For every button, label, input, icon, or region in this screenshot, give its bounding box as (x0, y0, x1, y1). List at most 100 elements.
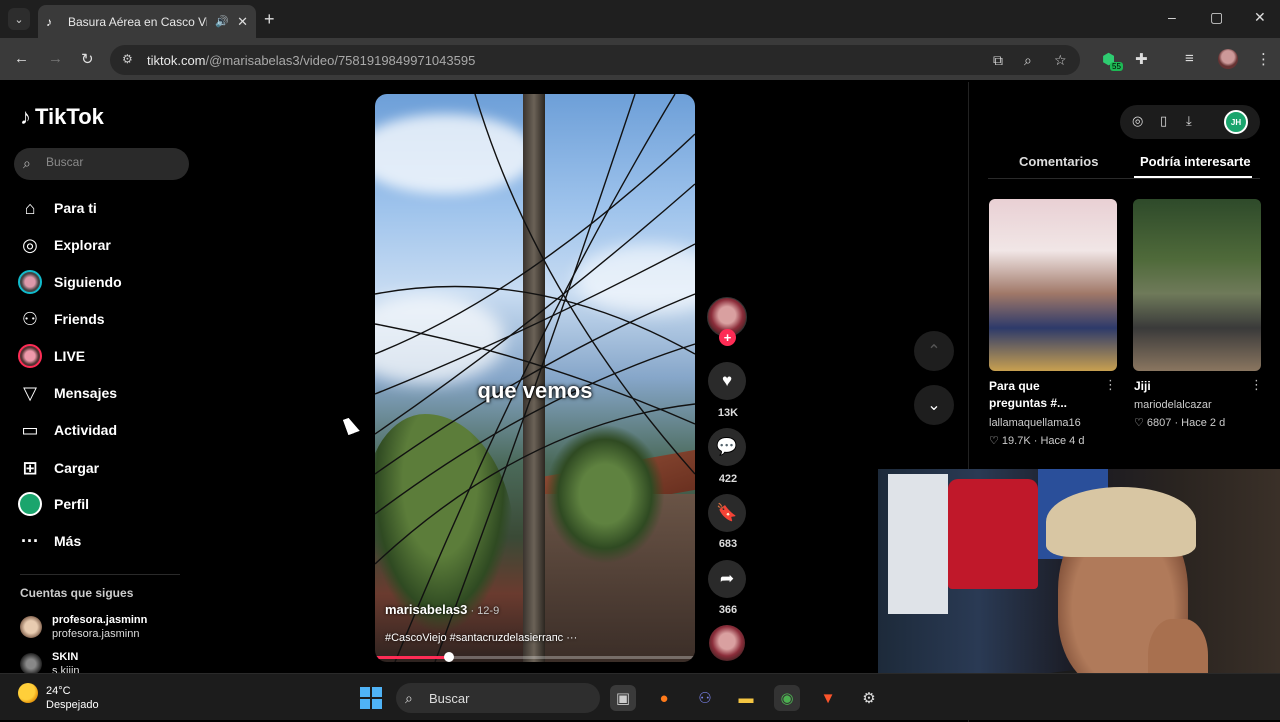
active-tab-indicator (1134, 176, 1252, 178)
app-icon[interactable]: ⚙ (856, 685, 882, 711)
bookmark-star-icon[interactable]: ☆ (1054, 52, 1067, 69)
progress-knob[interactable] (443, 652, 454, 662)
brave-icon[interactable]: ▼ (815, 685, 841, 711)
recommended-video-title[interactable]: Para que preguntas #... (989, 378, 1067, 412)
speaker-icon[interactable]: 🔊 (215, 15, 229, 28)
extensions-puzzle-icon[interactable]: ✚ (1135, 50, 1148, 68)
account-avatar (20, 616, 42, 638)
account-name: profesora.jasminn (52, 628, 140, 640)
search-input[interactable] (46, 155, 176, 169)
minimize-button[interactable]: – (1168, 9, 1176, 25)
followed-account[interactable]: profesora.jasminn profesora.jasminn (20, 613, 147, 641)
teams-icon[interactable]: ⚇ (692, 685, 718, 711)
sidebar-item-friends[interactable]: ⚇ Friends (18, 306, 105, 332)
save-button[interactable]: 🔖 (708, 494, 746, 532)
tab-list-button[interactable]: ⌄ (8, 8, 30, 30)
media-controls-icon[interactable]: ≡ (1185, 50, 1194, 67)
back-icon[interactable]: ← (14, 50, 29, 67)
search-box[interactable]: ⌕ (14, 148, 189, 180)
video-hashtags[interactable]: #CascoViejo #santacruzdelasierraпс ··· (385, 632, 577, 644)
like-button[interactable]: ♥ (708, 362, 746, 400)
sidebar-item-perfil[interactable]: Perfil (18, 491, 89, 517)
zoom-icon[interactable]: ⌕ (1024, 52, 1032, 69)
sidebar-item-label: Perfil (54, 496, 90, 512)
weather-widget[interactable]: 24°C Despejado (46, 684, 99, 712)
video-player[interactable]: que vemos marisabelas3 · 12-9 #CascoViej… (375, 94, 695, 662)
recommended-video-meta: ♡ 19.7K · Hace 4 d (989, 435, 1085, 447)
recommended-video-thumbnail[interactable] (989, 199, 1117, 371)
sidebar-item-cargar[interactable]: ⊞ Cargar (18, 455, 99, 481)
sidebar-item-siguiendo[interactable]: Siguiendo (18, 269, 122, 295)
activity-icon: ▭ (21, 419, 39, 440)
download-icon[interactable]: ⤓ (1186, 113, 1192, 129)
chrome-menu-icon[interactable]: ⋮ (1256, 50, 1271, 68)
reload-icon[interactable]: ↻ (81, 50, 94, 68)
explore-icon[interactable]: ◎ (1132, 113, 1143, 129)
next-video-button[interactable]: ⌄ (914, 385, 954, 425)
start-button[interactable] (360, 687, 382, 709)
video-progress-bar[interactable] (375, 652, 695, 662)
chevron-up-icon: ⌃ (927, 343, 941, 360)
share-button[interactable]: ➦ (708, 560, 746, 598)
webcam-background-jersey (888, 474, 948, 614)
sound-avatar[interactable] (709, 625, 745, 661)
home-icon: ⌂ (24, 197, 36, 218)
sidebar-item-explorar[interactable]: ◎ Explorar (18, 232, 111, 258)
more-options-icon[interactable]: ⋮ (1104, 377, 1117, 393)
file-explorer-icon[interactable]: ▬ (733, 685, 759, 711)
task-view-icon[interactable]: ▣ (610, 685, 636, 711)
recommended-video-meta: ♡ 6807 · Hace 2 d (1134, 417, 1226, 429)
sidebar-item-mas[interactable]: ··· Más (18, 528, 81, 554)
close-window-button[interactable]: ✕ (1254, 9, 1266, 26)
video-author[interactable]: marisabelas3 · 12-9 (385, 602, 499, 617)
forward-icon[interactable]: → (48, 50, 63, 67)
more-options-icon[interactable]: ⋮ (1250, 377, 1263, 393)
chevron-down-icon: ⌄ (927, 397, 941, 414)
share-count: 366 (718, 604, 738, 616)
url-text: tiktok.com/@marisabelas3/video/758191984… (147, 53, 476, 68)
site-info-icon[interactable]: ⚙ (122, 52, 133, 66)
recommended-video-author[interactable]: mariodelalcazar (1134, 399, 1212, 411)
post-date: · 12-9 (467, 605, 500, 617)
sidebar-item-live[interactable]: LIVE (18, 343, 85, 369)
maximize-button[interactable]: ▢ (1210, 9, 1223, 26)
recommended-video-title[interactable]: Jiji (1134, 378, 1151, 395)
recommended-video-author[interactable]: lallamaquellama16 (989, 417, 1081, 429)
following-avatar (18, 270, 42, 294)
divider (20, 574, 180, 575)
chrome-icon[interactable]: ◉ (774, 685, 800, 711)
device-icon[interactable]: ▯ (1160, 113, 1167, 129)
previous-video-button[interactable]: ⌃ (914, 331, 954, 371)
new-tab-button[interactable]: + (264, 9, 275, 30)
mouse-cursor (343, 415, 360, 436)
compass-icon: ◎ (22, 234, 38, 255)
sidebar-item-actividad[interactable]: ▭ Actividad (18, 417, 117, 443)
sidebar-item-para-ti[interactable]: ⌂ Para ti (18, 195, 97, 221)
search-icon: ⌕ (23, 155, 31, 171)
follow-plus-icon[interactable]: + (719, 329, 736, 346)
recommended-video-thumbnail[interactable] (1133, 199, 1261, 371)
tab-comentarios[interactable]: Comentarios (1019, 154, 1098, 169)
address-bar[interactable]: ⚙ tiktok.com/@marisabelas3/video/7581919… (110, 45, 1080, 75)
chrome-profile-avatar[interactable] (1218, 49, 1238, 69)
firefox-icon[interactable]: ● (651, 685, 677, 711)
save-count: 683 (718, 538, 738, 550)
browser-tab[interactable]: ♪ Basura Aérea en Casco Viejo 🔊 ✕ (38, 5, 256, 38)
taskbar-search[interactable]: ⌕ Buscar (396, 683, 600, 713)
send-icon: ▽ (23, 382, 37, 403)
user-avatar[interactable]: JH (1224, 110, 1248, 134)
search-icon: ⌕ (405, 690, 413, 706)
tab-title: Basura Aérea en Casco Viejo (68, 14, 208, 29)
like-count: 13K (717, 407, 739, 419)
sidebar-item-mensajes[interactable]: ▽ Mensajes (18, 380, 117, 406)
weather-moon-icon[interactable] (18, 683, 38, 703)
comment-button[interactable]: 💬 (708, 428, 746, 466)
following-heading: Cuentas que sigues (20, 586, 134, 600)
install-app-icon[interactable]: ⧉ (993, 52, 1003, 69)
close-tab-icon[interactable]: ✕ (237, 14, 248, 30)
sidebar-item-label: Actividad (54, 422, 118, 438)
extension-badge: 55 (1110, 62, 1123, 71)
taskbar-search-label: Buscar (429, 691, 470, 706)
tab-podria-interesarte[interactable]: Podría interesarte (1140, 154, 1251, 169)
tiktok-logo[interactable]: ♪ TikTok (20, 104, 104, 130)
